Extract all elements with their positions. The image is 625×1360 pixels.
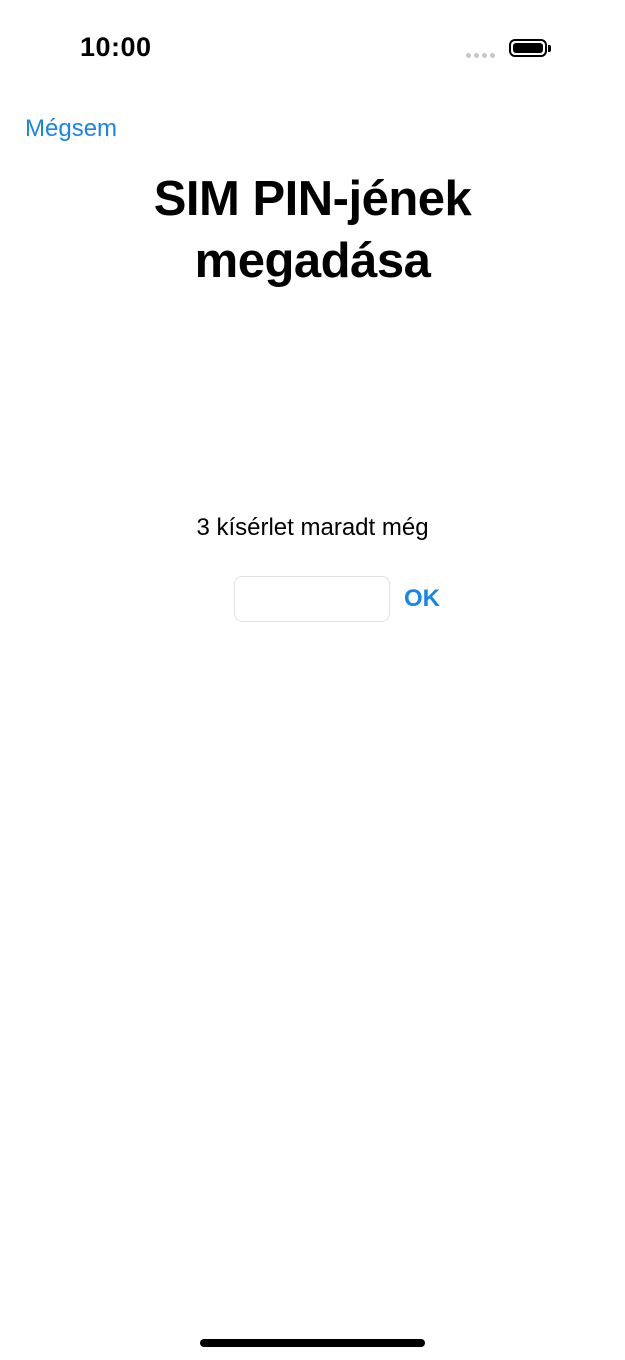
signal-dot (474, 53, 479, 58)
cancel-button[interactable]: Mégsem (25, 115, 117, 143)
signal-dot (490, 53, 495, 58)
signal-dot (466, 53, 471, 58)
page-title: SIM PIN-jének megadása (153, 172, 472, 288)
signal-dots-icon (466, 53, 495, 58)
sim-pin-input[interactable] (234, 576, 390, 622)
signal-dot (482, 53, 487, 58)
attempts-remaining-text: 3 kísérlet maradt még (196, 514, 429, 541)
home-indicator[interactable] (200, 1339, 425, 1347)
status-bar: 10:00 (0, 0, 625, 100)
status-time: 10:00 (80, 32, 152, 62)
ok-button[interactable]: OK (404, 585, 440, 613)
battery-level (513, 43, 543, 53)
battery-icon (509, 39, 547, 57)
battery-cap (548, 45, 551, 52)
